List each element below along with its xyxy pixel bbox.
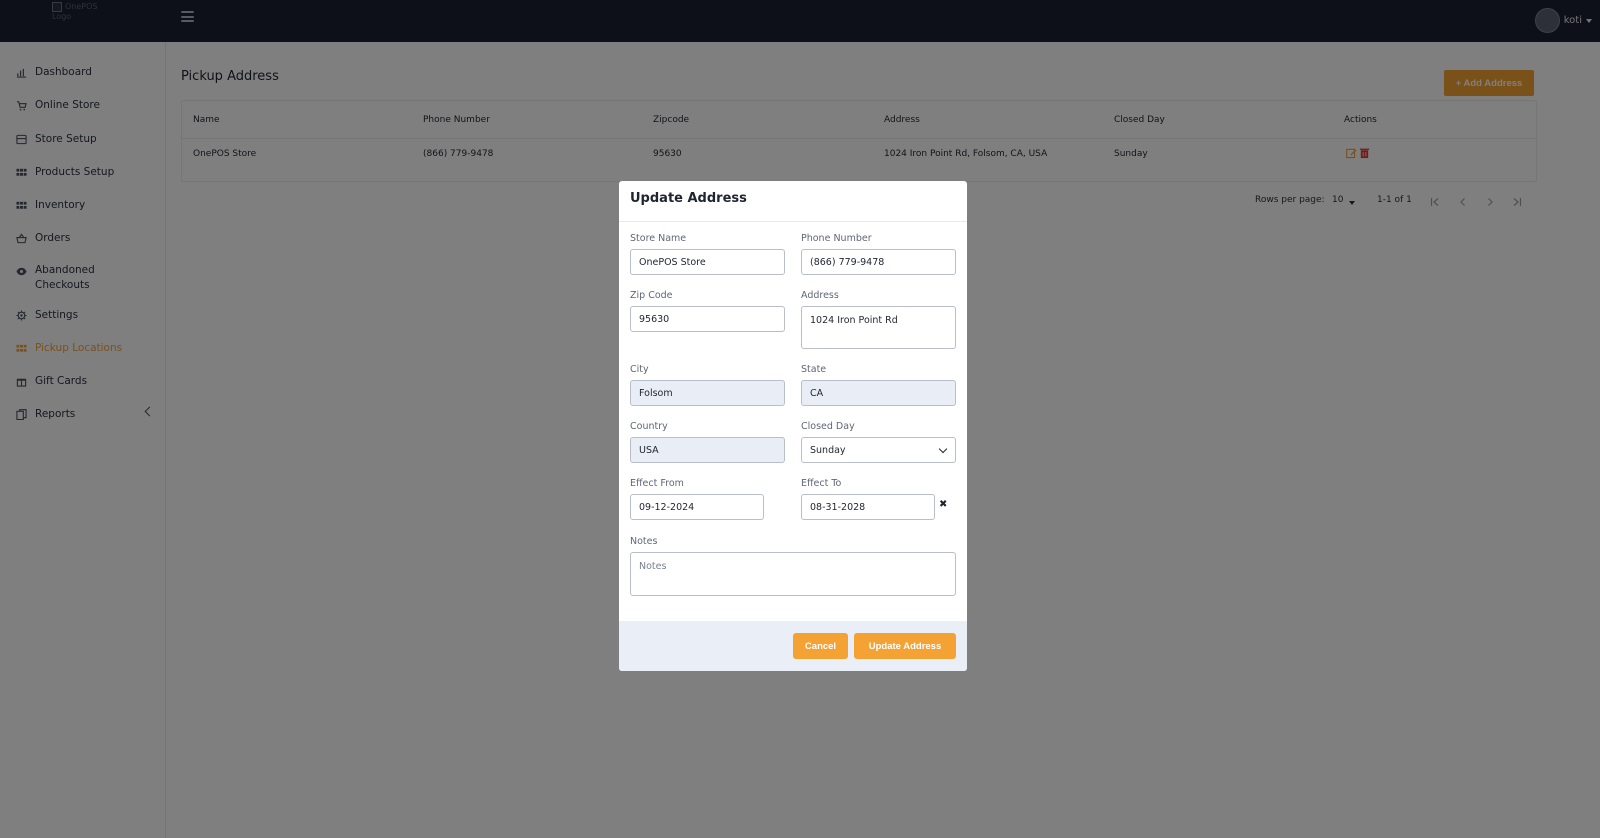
country-label: Country (630, 421, 668, 432)
closed-day-label: Closed Day (801, 421, 855, 432)
notes-textarea[interactable]: Notes (630, 552, 956, 596)
zip-code-label: Zip Code (630, 290, 673, 301)
city-label: City (630, 364, 649, 375)
effect-to-input[interactable]: 08-31-2028 (801, 494, 935, 520)
zip-code-input[interactable]: 95630 (630, 306, 785, 332)
update-address-modal: Update Address Store Name OnePOS Store P… (619, 181, 967, 671)
effect-from-input[interactable]: 09-12-2024 (630, 494, 764, 520)
effect-from-label: Effect From (630, 478, 684, 489)
address-label: Address (801, 290, 839, 301)
closed-day-select[interactable]: Sunday (801, 437, 956, 463)
store-name-label: Store Name (630, 233, 687, 244)
clear-date-icon[interactable]: ✖ (939, 499, 947, 510)
effect-to-label: Effect To (801, 478, 842, 489)
address-textarea[interactable]: 1024 Iron Point Rd (801, 306, 956, 349)
notes-label: Notes (630, 536, 658, 547)
city-input[interactable]: Folsom (630, 380, 785, 406)
chevron-down-icon (938, 444, 948, 454)
update-address-button[interactable]: Update Address (854, 633, 956, 659)
phone-number-input[interactable]: (866) 779-9478 (801, 249, 956, 275)
phone-number-label: Phone Number (801, 233, 872, 244)
country-input[interactable]: USA (630, 437, 785, 463)
modal-title: Update Address (630, 191, 747, 206)
state-input[interactable]: CA (801, 380, 956, 406)
modal-footer: Cancel Update Address (619, 621, 967, 671)
modal-divider (619, 221, 967, 222)
state-label: State (801, 364, 827, 375)
store-name-input[interactable]: OnePOS Store (630, 249, 785, 275)
cancel-button[interactable]: Cancel (793, 633, 848, 659)
closed-day-value: Sunday (810, 444, 846, 456)
